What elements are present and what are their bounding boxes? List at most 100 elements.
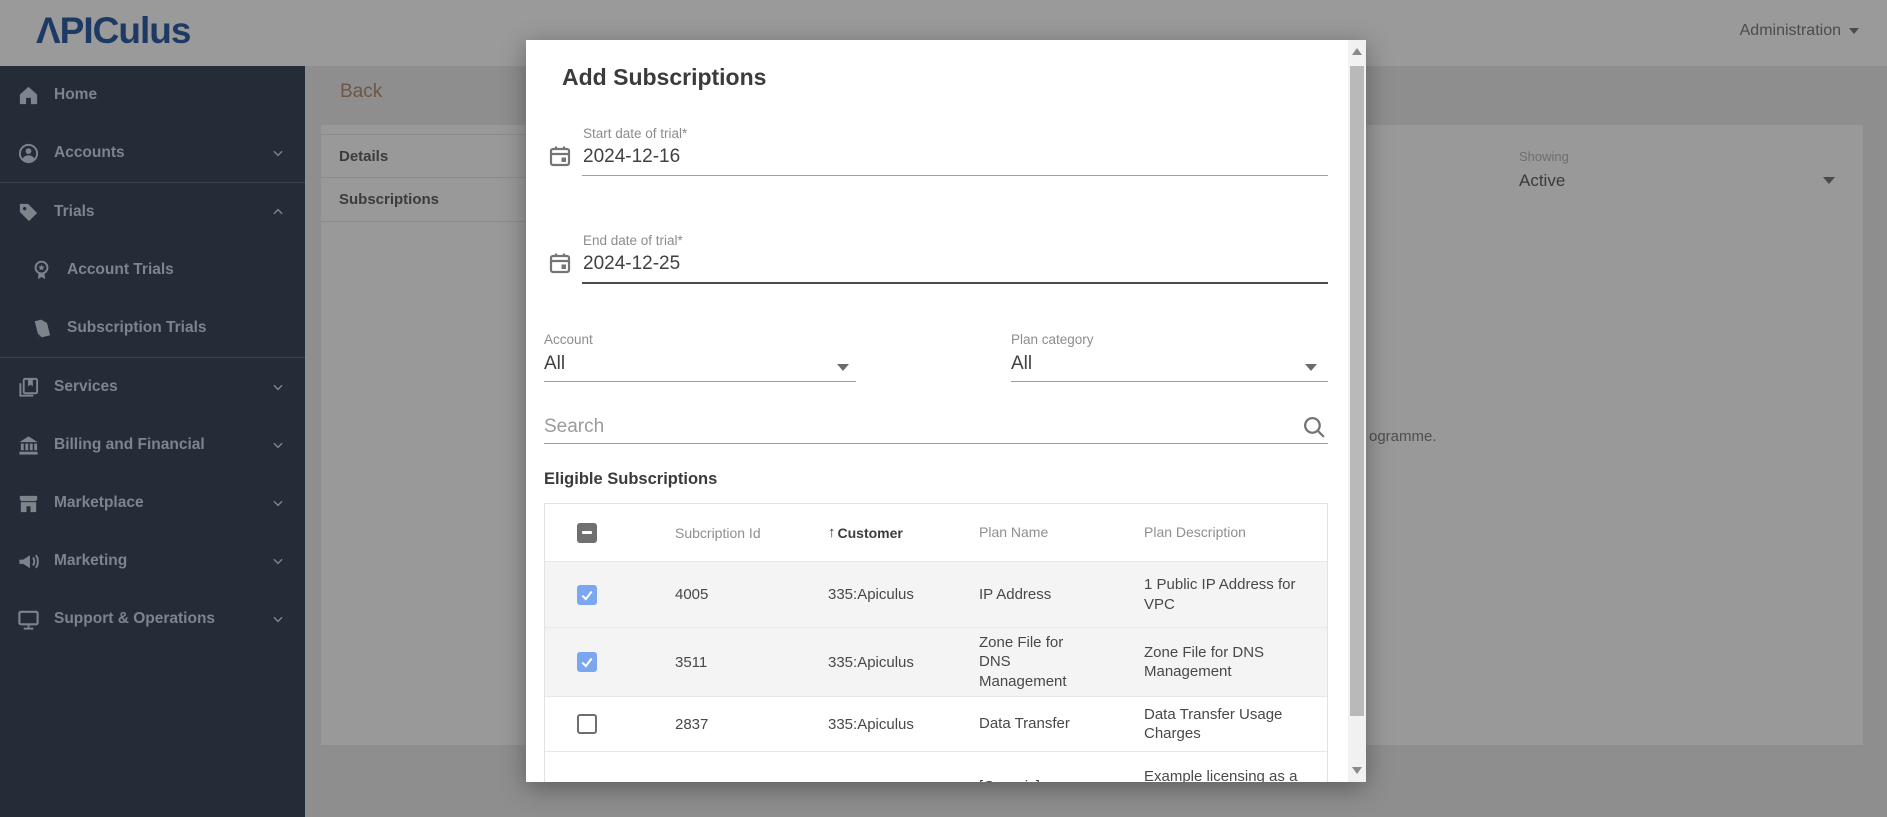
storefront-icon <box>19 495 38 512</box>
sidebar-item-marketing[interactable]: Marketing <box>0 532 305 590</box>
end-date-underline <box>582 282 1328 284</box>
chevron-down-icon <box>273 442 283 449</box>
sidebar-item-label: Subscription Trials <box>67 319 207 336</box>
account-filter-label: Account <box>544 332 593 347</box>
table-row[interactable]: 3511 335:Apiculus Zone File for DNS Mana… <box>545 627 1327 696</box>
cell-plan-name: IP Address <box>979 585 1052 603</box>
sidebar-item-label: Marketplace <box>54 494 144 511</box>
chevron-down-icon <box>1305 364 1317 371</box>
back-button[interactable]: Back <box>340 81 382 103</box>
row-checkbox-unchecked[interactable] <box>577 714 597 734</box>
administration-menu-label: Administration <box>1739 22 1841 39</box>
cell-subscription-id: 2837 <box>675 715 709 733</box>
table-row[interactable]: [Generic] Example licensing as a service… <box>545 751 1327 782</box>
sidebar-item-billing[interactable]: Billing and Financial <box>0 416 305 474</box>
row-checkbox-checked[interactable] <box>577 584 597 605</box>
start-date-underline <box>582 175 1328 176</box>
scrollbar-thumb[interactable] <box>1350 66 1364 716</box>
sidebar-item-trials[interactable]: Trials <box>0 183 305 241</box>
cell-customer: 335:Apiculus <box>828 586 914 603</box>
plan-category-select[interactable]: All <box>1011 353 1032 375</box>
library-icon <box>19 377 39 397</box>
bank-icon <box>19 435 38 455</box>
search-icon[interactable] <box>1302 415 1327 440</box>
sort-ascending-icon: ↑ <box>828 524 836 541</box>
plan-category-label: Plan category <box>1011 332 1094 347</box>
sidebar-item-label: Account Trials <box>67 261 174 278</box>
chevron-down-icon <box>273 616 283 623</box>
chevron-down-icon <box>273 384 283 391</box>
sidebar-item-label: Billing and Financial <box>54 436 205 453</box>
sidebar-item-subscription-trials[interactable]: Subscription Trials <box>0 299 305 357</box>
cell-customer: 335:Apiculus <box>828 653 914 671</box>
table-row[interactable]: 2837 335:Apiculus Data Transfer Data Tra… <box>545 696 1327 751</box>
sidebar-item-accounts[interactable]: Accounts <box>0 124 305 182</box>
monitor-icon <box>18 610 39 630</box>
check-icon <box>581 657 593 668</box>
modal-scrollbar[interactable] <box>1348 40 1366 782</box>
chevron-down-icon <box>1849 28 1859 34</box>
select-all-checkbox[interactable] <box>577 522 597 543</box>
cell-plan-name: [Generic] <box>931 777 1096 782</box>
column-header-customer[interactable]: ↑ Customer <box>781 524 931 541</box>
sidebar-item-label: Home <box>54 86 98 103</box>
sidebar-item-account-trials[interactable]: Account Trials <box>0 241 305 299</box>
row-checkbox-checked[interactable] <box>577 652 597 672</box>
showing-label: Showing <box>1519 149 1569 164</box>
cell-plan-description: Data Transfer Usage Charges <box>1144 705 1283 743</box>
eligible-subscriptions-title: Eligible Subscriptions <box>544 470 718 488</box>
showing-filter[interactable]: Showing Active <box>1519 149 1839 191</box>
column-header-subscription-id[interactable]: Subcription Id <box>629 525 781 541</box>
account-filter-select[interactable]: All <box>544 353 565 375</box>
sidebar-item-marketplace[interactable]: Marketplace <box>0 474 305 532</box>
check-icon <box>581 590 593 601</box>
chevron-down-icon <box>273 150 283 157</box>
chevron-down-icon <box>273 558 283 565</box>
cell-subscription-id: 3511 <box>675 653 708 671</box>
sidebar-item-services[interactable]: Services <box>0 358 305 416</box>
sidebar-item-label: Services <box>54 378 118 395</box>
sidebar-item-label: Marketing <box>54 552 128 569</box>
sidebar-item-support-operations[interactable]: Support & Operations <box>0 590 305 648</box>
column-header-plan-name[interactable]: Plan Name <box>931 523 1096 541</box>
sidebar-nav: Home Accounts Trials Account Trials Subs… <box>0 66 305 817</box>
chevron-down-icon <box>273 500 283 507</box>
table-row[interactable]: 4005 335:Apiculus IP Address 1 Public IP… <box>545 561 1327 627</box>
scroll-down-arrow-icon[interactable] <box>1352 767 1362 774</box>
sidebar-item-label: Support & Operations <box>54 610 216 627</box>
account-filter-underline <box>544 381 856 382</box>
administration-menu[interactable]: Administration <box>1740 22 1859 40</box>
column-header-plan-description[interactable]: Plan Description <box>1096 523 1327 541</box>
search-underline <box>544 443 1328 444</box>
end-date-input[interactable]: 2024-12-25 <box>583 253 680 275</box>
obscured-background-text: ogramme. <box>1369 428 1437 445</box>
cell-plan-description: 1 Public IP Address for VPC <box>1144 576 1296 613</box>
calendar-icon[interactable] <box>548 144 572 168</box>
chevron-down-icon <box>1823 177 1835 184</box>
apiculus-logo: ΛPICulus <box>36 10 191 51</box>
tag-icon <box>19 203 38 221</box>
search-input[interactable]: Search <box>544 416 604 438</box>
calendar-icon[interactable] <box>548 251 572 275</box>
chevron-down-icon <box>837 364 849 371</box>
megaphone-icon <box>19 554 39 568</box>
scroll-up-arrow-icon[interactable] <box>1352 48 1362 55</box>
table-header-row: Subcription Id ↑ Customer Plan Name Plan … <box>545 504 1327 561</box>
modal-title: Add Subscriptions <box>562 64 767 90</box>
home-icon <box>19 86 38 104</box>
sidebar-item-label: Trials <box>54 203 95 220</box>
award-icon <box>34 260 49 279</box>
showing-value: Active <box>1519 171 1566 190</box>
add-subscriptions-modal: Add Subscriptions Start date of trial* 2… <box>526 40 1366 782</box>
cell-plan-description: Zone File for DNS Management <box>1144 643 1265 681</box>
cell-plan-name: Data Transfer <box>979 715 1070 733</box>
sim-card-icon <box>34 319 51 338</box>
cell-customer: 335:Apiculus <box>828 715 914 733</box>
end-date-label: End date of trial* <box>583 233 683 248</box>
sidebar-item-home[interactable]: Home <box>0 66 305 124</box>
start-date-input[interactable]: 2024-12-16 <box>583 146 680 168</box>
cell-plan-description: Example licensing as a service; used for <box>1144 768 1298 782</box>
person-icon <box>18 143 39 163</box>
plan-category-underline <box>1011 381 1328 382</box>
cell-plan-name: Zone File for DNS Management <box>979 633 1067 690</box>
